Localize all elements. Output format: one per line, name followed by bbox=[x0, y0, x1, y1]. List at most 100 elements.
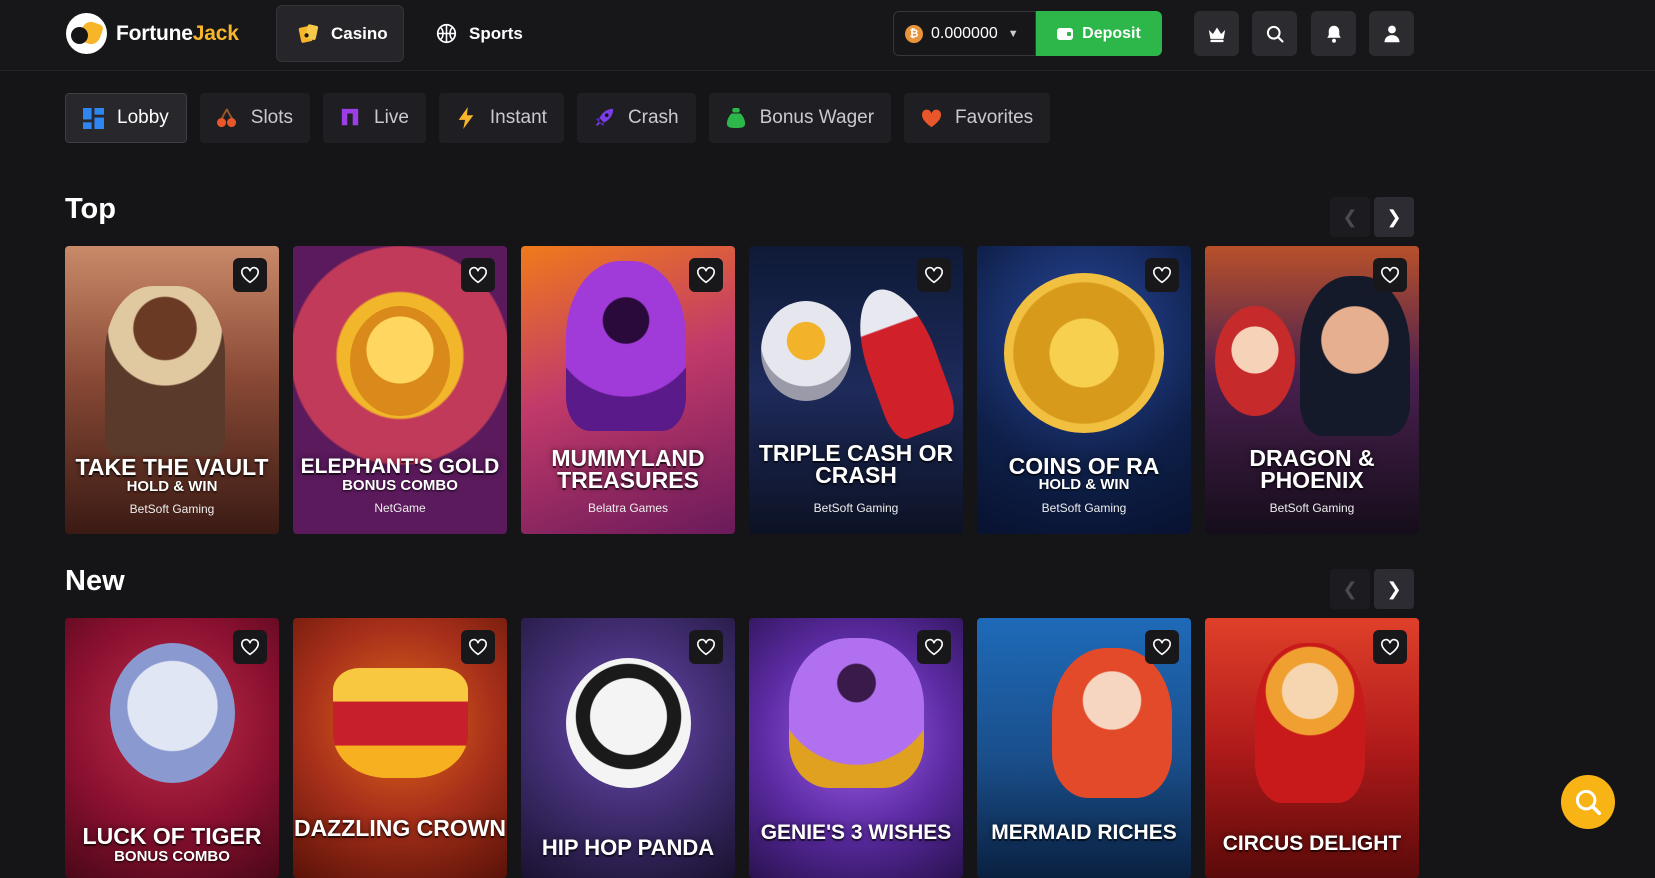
heart-outline-icon bbox=[241, 638, 259, 656]
account-button[interactable] bbox=[1369, 11, 1414, 56]
section-title-top: Top bbox=[65, 193, 116, 225]
nav-tab-sports[interactable]: Sports bbox=[415, 5, 543, 62]
game-card[interactable]: DRAGON & PHOENIX BetSoft Gaming bbox=[1205, 246, 1419, 534]
heart-outline-icon bbox=[1153, 266, 1171, 284]
favorite-button[interactable] bbox=[1145, 630, 1179, 664]
heart-outline-icon bbox=[1153, 638, 1171, 656]
search-icon bbox=[1575, 789, 1601, 815]
game-card[interactable]: LUCK OF TIGER BONUS COMBO bbox=[65, 618, 279, 878]
category-crash[interactable]: Crash bbox=[576, 93, 696, 143]
top-games-row: TAKE THE VAULT HOLD & WIN BetSoft Gaming… bbox=[65, 246, 1419, 534]
game-title: MERMAID RICHES bbox=[991, 821, 1177, 844]
brand-name: FortuneJack bbox=[116, 21, 239, 45]
game-title: DRAGON & PHOENIX bbox=[1249, 445, 1375, 493]
game-provider: Belatra Games bbox=[587, 501, 669, 515]
nav-tab-casino[interactable]: Casino bbox=[276, 5, 404, 62]
category-label: Bonus Wager bbox=[759, 107, 875, 128]
category-slots[interactable]: Slots bbox=[199, 93, 311, 143]
game-subtitle: HOLD & WIN bbox=[1038, 476, 1130, 493]
chevron-down-icon: ▼ bbox=[1007, 27, 1019, 40]
game-art bbox=[350, 306, 450, 416]
category-label: Live bbox=[374, 107, 409, 128]
bell-icon bbox=[1326, 25, 1341, 43]
top-next-button[interactable]: ❯ bbox=[1374, 197, 1414, 237]
notifications-button[interactable] bbox=[1311, 11, 1356, 56]
game-card[interactable]: COINS OF RA HOLD & WIN BetSoft Gaming bbox=[977, 246, 1191, 534]
game-card[interactable]: MUMMYLAND TREASURES Belatra Games bbox=[521, 246, 735, 534]
game-title: TAKE THE VAULT bbox=[75, 454, 269, 480]
top-prev-button[interactable]: ❮ bbox=[1330, 197, 1370, 237]
favorite-button[interactable] bbox=[461, 630, 495, 664]
category-live[interactable]: Live bbox=[323, 93, 426, 143]
basketball-icon bbox=[435, 22, 458, 45]
game-card[interactable]: TAKE THE VAULT HOLD & WIN BetSoft Gaming bbox=[65, 246, 279, 534]
new-prev-button[interactable]: ❮ bbox=[1330, 569, 1370, 609]
game-title: LUCK OF TIGER bbox=[82, 823, 262, 849]
category-label: Lobby bbox=[117, 107, 169, 128]
favorite-button[interactable] bbox=[1373, 258, 1407, 292]
game-provider: NetGame bbox=[374, 501, 426, 515]
favorite-button[interactable] bbox=[461, 258, 495, 292]
nav-tab-casino-label: Casino bbox=[331, 23, 388, 43]
game-art bbox=[566, 261, 686, 431]
favorite-button[interactable] bbox=[689, 258, 723, 292]
favorite-button[interactable] bbox=[1373, 630, 1407, 664]
favorite-button[interactable] bbox=[689, 630, 723, 664]
game-subtitle: HOLD & WIN bbox=[126, 478, 218, 495]
chevron-left-icon: ❮ bbox=[1342, 578, 1358, 599]
deposit-button[interactable]: Deposit bbox=[1036, 11, 1162, 56]
game-art bbox=[110, 643, 235, 783]
live-icon bbox=[339, 107, 361, 129]
new-next-button[interactable]: ❯ bbox=[1374, 569, 1414, 609]
cards-icon bbox=[297, 22, 320, 45]
favorite-button[interactable] bbox=[917, 630, 951, 664]
game-provider: BetSoft Gaming bbox=[129, 502, 215, 516]
game-art bbox=[1004, 273, 1164, 433]
game-provider: BetSoft Gaming bbox=[1041, 501, 1127, 515]
floating-search-button[interactable] bbox=[1561, 775, 1615, 829]
game-card[interactable]: DAZZLING CROWN bbox=[293, 618, 507, 878]
game-subtitle: BONUS COMBO bbox=[342, 477, 458, 494]
category-bar: Lobby Slots Live Instant Crash Bonus Wag… bbox=[65, 93, 1051, 143]
search-button[interactable] bbox=[1252, 11, 1297, 56]
game-card[interactable]: GENIE'S 3 WISHES bbox=[749, 618, 963, 878]
game-provider: BetSoft Gaming bbox=[1269, 501, 1355, 515]
heart-outline-icon bbox=[1381, 266, 1399, 284]
game-card[interactable]: ELEPHANT'S GOLD BONUS COMBO NetGame bbox=[293, 246, 507, 534]
game-art bbox=[843, 278, 961, 444]
game-card[interactable]: MERMAID RICHES bbox=[977, 618, 1191, 878]
game-title: TRIPLE CASH OR CRASH bbox=[758, 440, 954, 488]
game-card[interactable]: CIRCUS DELIGHT bbox=[1205, 618, 1419, 878]
chevron-right-icon: ❯ bbox=[1386, 206, 1402, 227]
category-label: Favorites bbox=[955, 107, 1034, 128]
game-card[interactable]: HIP HOP PANDA bbox=[521, 618, 735, 878]
game-title: GENIE'S 3 WISHES bbox=[760, 821, 952, 844]
user-icon bbox=[1384, 25, 1399, 42]
heart-outline-icon bbox=[469, 266, 487, 284]
chevron-left-icon: ❮ bbox=[1342, 206, 1358, 227]
new-games-row: LUCK OF TIGER BONUS COMBO DAZZLING CROWN… bbox=[65, 618, 1419, 878]
game-title: COINS OF RA bbox=[1008, 453, 1160, 479]
chevron-right-icon: ❯ bbox=[1386, 578, 1402, 599]
game-card[interactable]: TRIPLE CASH OR CRASH BetSoft Gaming bbox=[749, 246, 963, 534]
balance-selector[interactable]: ₿ 0.000000 ▼ bbox=[893, 11, 1036, 56]
favorite-button[interactable] bbox=[233, 630, 267, 664]
heart-outline-icon bbox=[697, 638, 715, 656]
heart-outline-icon bbox=[1381, 638, 1399, 656]
money-bag-icon bbox=[725, 107, 747, 129]
category-favorites[interactable]: Favorites bbox=[904, 93, 1051, 143]
heart-outline-icon bbox=[925, 266, 943, 284]
category-instant[interactable]: Instant bbox=[438, 93, 564, 143]
favorite-button[interactable] bbox=[1145, 258, 1179, 292]
vip-button[interactable] bbox=[1194, 11, 1239, 56]
favorite-button[interactable] bbox=[917, 258, 951, 292]
crown-icon bbox=[1208, 26, 1225, 42]
game-art bbox=[1215, 306, 1295, 416]
heart-outline-icon bbox=[241, 266, 259, 284]
category-lobby[interactable]: Lobby bbox=[65, 93, 187, 143]
game-provider: BetSoft Gaming bbox=[813, 501, 899, 515]
brand-logo[interactable]: FortuneJack bbox=[66, 13, 239, 54]
category-bonus-wager[interactable]: Bonus Wager bbox=[708, 93, 892, 143]
favorite-button[interactable] bbox=[233, 258, 267, 292]
section-title-new: New bbox=[65, 565, 125, 597]
